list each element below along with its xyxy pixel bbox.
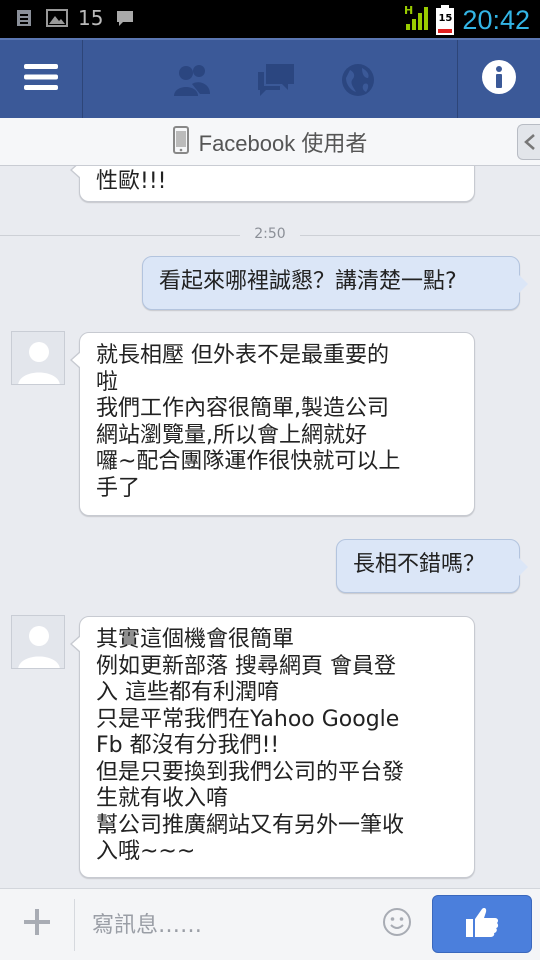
menu-button[interactable] xyxy=(0,40,83,118)
menu-icon xyxy=(24,63,58,95)
back-tab-button[interactable] xyxy=(517,124,540,160)
notification-count: 15 xyxy=(78,6,104,30)
sent-message: 看起來哪裡誠懇？講清楚一點? xyxy=(142,256,528,310)
top-navigation-bar xyxy=(0,38,540,118)
thumbs-up-icon xyxy=(465,906,499,942)
like-button[interactable] xyxy=(432,895,532,953)
default-user-icon xyxy=(12,332,64,384)
status-bar: 15 H 15 20:42 xyxy=(0,0,540,38)
globe-icon[interactable] xyxy=(340,62,380,98)
add-attachment-icon[interactable] xyxy=(22,907,52,937)
info-icon xyxy=(481,59,517,99)
messages-icon[interactable] xyxy=(256,62,296,98)
conversation-header: Facebook 使用者 xyxy=(0,118,540,166)
message-composer xyxy=(0,888,540,960)
clock: 20:42 xyxy=(462,4,530,35)
image-notification-icon xyxy=(46,8,68,28)
signal-icon: H xyxy=(404,4,429,36)
sent-message: 長相不錯嗎？ xyxy=(336,539,528,593)
avatar[interactable] xyxy=(11,615,65,669)
mobile-phone-icon xyxy=(172,125,189,158)
svg-text:H: H xyxy=(404,4,413,17)
chat-notification-icon xyxy=(115,8,135,28)
info-button[interactable] xyxy=(457,40,540,118)
message-timestamp: 2:50 xyxy=(0,226,540,242)
sim-card-icon xyxy=(14,8,34,28)
timestamp-label: 2:50 xyxy=(254,226,286,242)
battery-level-label: 15 xyxy=(438,13,453,24)
emoticon-icon[interactable] xyxy=(382,907,412,937)
conversation-title: Facebook 使用者 xyxy=(198,130,368,156)
received-message: 其實這個機會很簡單 例如更新部落 搜尋網頁 會員登 入 這些都有利潤唷 只是平常… xyxy=(70,616,475,878)
avatar[interactable] xyxy=(11,331,65,385)
default-user-icon xyxy=(12,616,64,668)
friends-icon[interactable] xyxy=(172,62,212,98)
received-message: 就長相壓 但外表不是最重要的 啦 我們工作內容很簡單,製造公司 網站瀏覽量,所以… xyxy=(70,332,475,516)
back-arrow-icon xyxy=(518,134,540,163)
received-message: 性歐!!! xyxy=(70,166,475,202)
battery-icon: 15 xyxy=(436,5,455,35)
message-input[interactable] xyxy=(90,907,374,943)
message-thread[interactable]: 性歐!!! 2:50 看起來哪裡誠懇？講清楚一點? 就長相壓 但外表不是最重要的… xyxy=(0,166,540,888)
composer-divider xyxy=(74,899,75,951)
